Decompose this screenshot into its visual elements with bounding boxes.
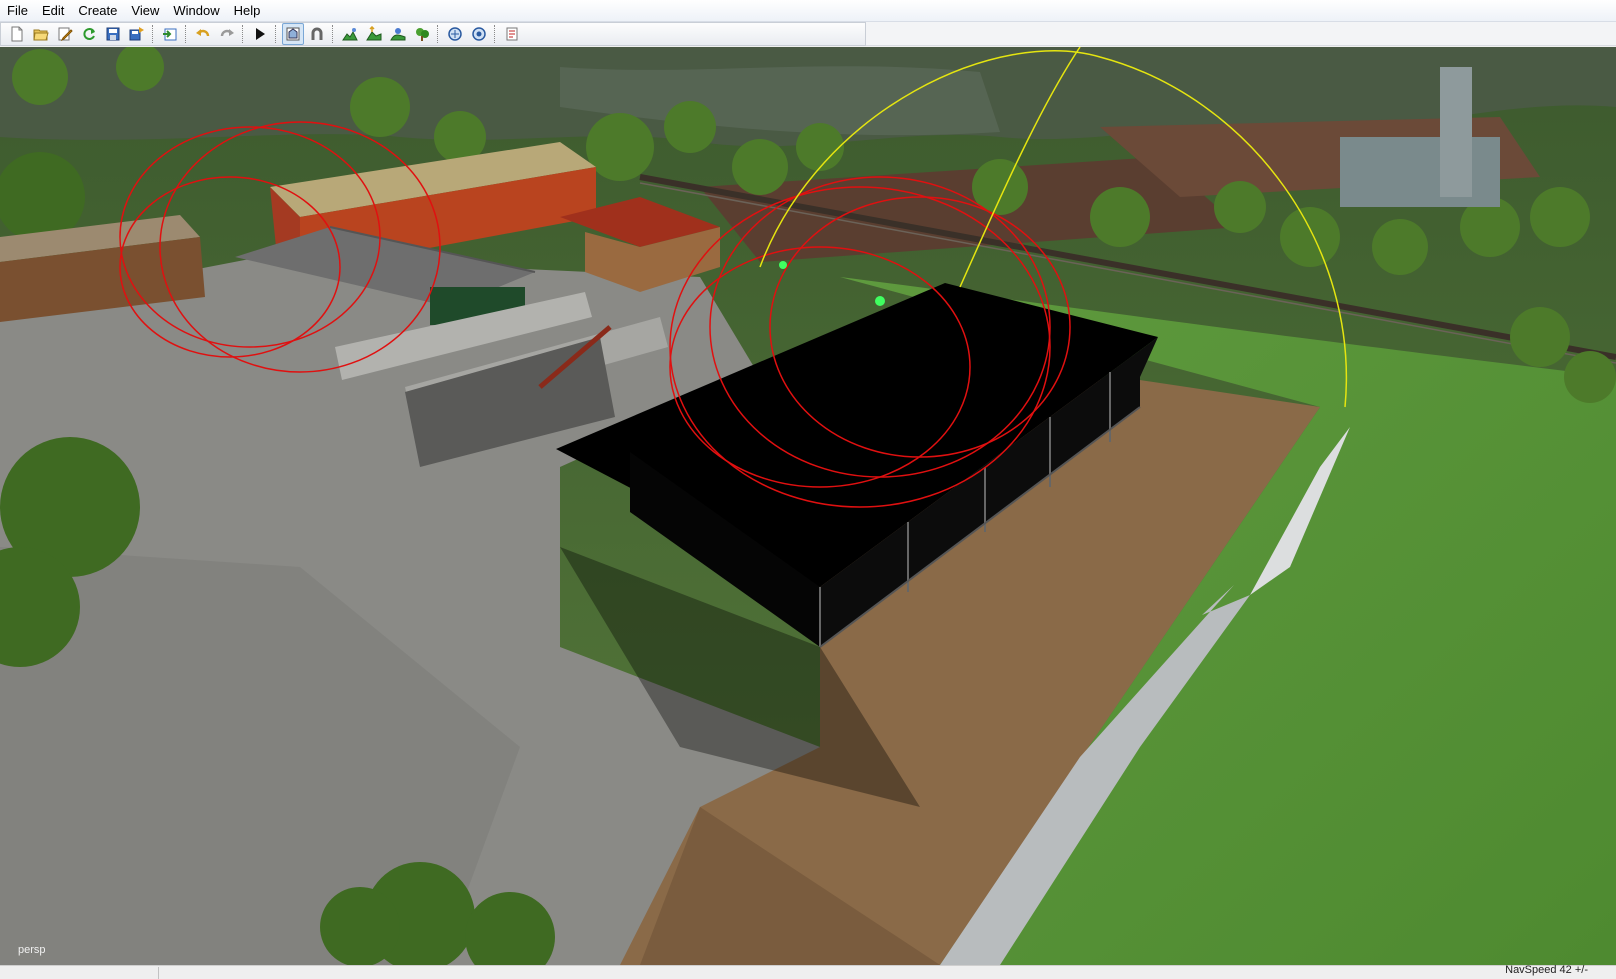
settings-button[interactable] [468,23,490,45]
toolbar-separator [185,25,188,43]
redo-button[interactable] [216,23,238,45]
open-button[interactable] [30,23,52,45]
new-button[interactable] [6,23,28,45]
menu-view-label: View [131,3,160,18]
menu-help[interactable]: Help [227,0,268,21]
menu-edit[interactable]: Edit [35,0,71,21]
foliage-button[interactable] [411,23,433,45]
viewport-camera-label: persp [18,944,46,956]
redo-icon [220,29,234,37]
toolbar-separator [332,25,335,43]
save-as-icon [129,27,144,41]
menu-file-label: File [7,3,28,18]
menu-bar: File Edit Create View Window Help [0,0,1616,22]
edit-icon [58,27,73,42]
terrain-paint-button[interactable] [339,23,361,45]
terrain-smooth-icon [390,28,406,41]
save-as-button[interactable] [126,23,148,45]
rotate-icon [448,27,462,41]
menu-file[interactable]: File [0,0,35,21]
refresh-button[interactable] [78,23,100,45]
import-icon [163,28,177,41]
play-icon [256,28,265,40]
menu-create-label: Create [78,3,118,18]
camera-icon [286,27,300,41]
terrain-raise-button[interactable] [363,23,385,45]
menu-window-label: Window [173,3,220,18]
toolbar-separator [242,25,245,43]
new-icon [11,26,23,42]
menu-help-label: Help [233,3,261,18]
save-icon [106,27,120,41]
toolbar-separator [437,25,440,43]
undo-button[interactable] [192,23,214,45]
scene-render [0,47,1616,965]
save-button[interactable] [102,23,124,45]
menu-view[interactable]: View [124,0,166,21]
toolbar-separator [494,25,497,43]
toolbar-separator [275,25,278,43]
script-icon [506,27,518,41]
camera-button[interactable] [282,23,304,45]
import-button[interactable] [159,23,181,45]
status-divider [158,967,159,979]
toolbar-empty-area [866,22,1616,46]
status-bar: NavSpeed 42 +/- [0,964,1616,979]
foliage-icon [416,28,429,41]
rotate-button[interactable] [444,23,466,45]
edit-button[interactable] [54,23,76,45]
refresh-icon [83,28,95,40]
magnet-button[interactable] [306,23,328,45]
toolbar [0,22,866,46]
open-icon [33,29,49,41]
toolbar-separator [152,25,155,43]
terrain-raise-icon [366,26,382,41]
script-button[interactable] [501,23,523,45]
3d-viewport[interactable]: persp [0,47,1616,965]
magnet-icon [311,27,323,40]
nav-speed-status: NavSpeed 42 +/- [1505,964,1588,976]
menu-create[interactable]: Create [71,0,124,21]
play-button[interactable] [249,23,271,45]
terrain-paint-icon [342,28,358,41]
terrain-smooth-button[interactable] [387,23,409,45]
settings-icon [472,27,486,41]
menu-window[interactable]: Window [166,0,226,21]
menu-edit-label: Edit [41,3,65,18]
undo-icon [196,29,210,37]
